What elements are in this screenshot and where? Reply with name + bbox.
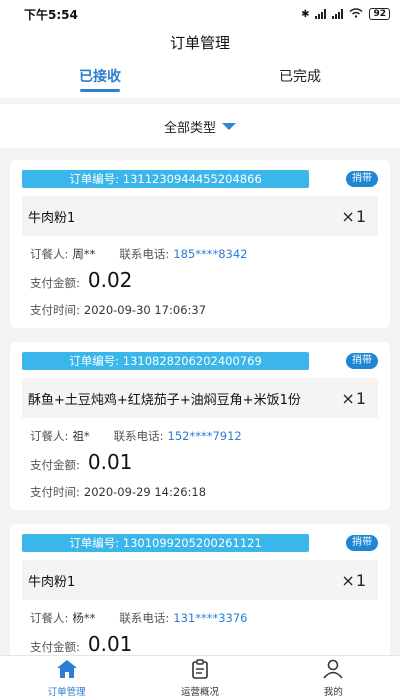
orderer-name: 祖* [72, 429, 90, 443]
order-items-row: 酥鱼+土豆炖鸡+红烧茄子+油焖豆角+米饭1份 ×1 [22, 378, 378, 418]
wifi-icon [349, 7, 363, 21]
order-tag: 捎带 [346, 171, 378, 187]
amount-label: 支付金额: [30, 276, 80, 290]
time-line: 支付时间: 2020-09-30 17:06:37 [22, 302, 378, 318]
orderer-line: 订餐人: 杨** 联系电话: 131****3376 [22, 610, 378, 626]
orderer-label: 订餐人: [30, 247, 69, 261]
order-tabs: 已接收 已完成 [0, 58, 400, 98]
tab-completed[interactable]: 已完成 [200, 58, 400, 98]
nav-label: 我的 [323, 686, 343, 698]
order-qty-value: 1 [355, 388, 366, 408]
page-title: 订单管理 [0, 28, 400, 58]
type-filter[interactable]: 全部类型 [0, 104, 400, 148]
home-icon [56, 659, 78, 682]
status-time: 下午5:54 [24, 7, 78, 22]
order-items: 酥鱼+土豆炖鸡+红烧茄子+油焖豆角+米饭1份 [28, 392, 301, 408]
time-label: 支付时间: [30, 303, 80, 317]
order-number: 订单编号: 1311230944455204866 [22, 170, 309, 188]
order-qty: ×1 [341, 206, 366, 226]
time-line: 支付时间: 2020-09-29 14:26:18 [22, 484, 378, 500]
time-value: 2020-09-29 14:26:18 [83, 485, 207, 499]
orderer-label: 订餐人: [30, 429, 69, 443]
order-items-row: 牛肉粉1 ×1 [22, 196, 378, 236]
order-number: 订单编号: 1301099205200261121 [22, 534, 309, 552]
tab-received[interactable]: 已接收 [0, 58, 200, 98]
orderer-line: 订餐人: 祖* 联系电话: 152****7912 [22, 428, 378, 444]
time-label: 支付时间: [30, 485, 80, 499]
signal-icon-2 [332, 9, 344, 19]
nav-order-management[interactable]: 订单管理 [0, 656, 133, 700]
orderer-name: 杨** [72, 611, 96, 625]
order-tag: 捎带 [346, 535, 378, 551]
bottom-nav: 订单管理 运营概况 我的 [0, 655, 400, 700]
order-qty: ×1 [341, 388, 366, 408]
phone-label: 联系电话: [113, 429, 164, 443]
phone-label: 联系电话: [119, 247, 170, 261]
nav-mine[interactable]: 我的 [267, 656, 400, 700]
order-card[interactable]: 订单编号: 1310828206202400769 捎带 酥鱼+土豆炖鸡+红烧茄… [10, 342, 390, 510]
amount-value: 0.01 [87, 632, 133, 656]
nav-label: 订单管理 [47, 686, 86, 698]
order-tag: 捎带 [346, 353, 378, 369]
user-icon [322, 659, 344, 682]
time-value: 2020-09-30 17:06:37 [83, 303, 207, 317]
clipboard-icon [190, 658, 210, 682]
phone-number[interactable]: 185****8342 [173, 247, 247, 261]
amount-label: 支付金额: [30, 640, 80, 654]
phone-label: 联系电话: [119, 611, 170, 625]
status-icons: ✱ 92 [301, 7, 390, 21]
bluetooth-icon: ✱ [301, 8, 310, 20]
order-items: 牛肉粉1 [28, 574, 76, 590]
order-items: 牛肉粉1 [28, 210, 76, 226]
order-qty: ×1 [341, 570, 366, 590]
order-card[interactable]: 订单编号: 1301099205200261121 捎带 牛肉粉1 ×1 订餐人… [10, 524, 390, 666]
order-list[interactable]: 订单编号: 1311230944455204866 捎带 牛肉粉1 ×1 订餐人… [0, 148, 400, 686]
amount-line: 支付金额: 0.02 [22, 268, 378, 292]
order-card[interactable]: 订单编号: 1311230944455204866 捎带 牛肉粉1 ×1 订餐人… [10, 160, 390, 328]
battery-icon: 92 [369, 8, 390, 20]
amount-line: 支付金额: 0.01 [22, 450, 378, 474]
signal-icon [315, 9, 327, 19]
amount-label: 支付金额: [30, 458, 80, 472]
amount-value: 0.01 [87, 450, 133, 474]
type-filter-label: 全部类型 [163, 120, 216, 136]
nav-operations[interactable]: 运营概况 [133, 656, 266, 700]
phone-number[interactable]: 131****3376 [173, 611, 247, 625]
order-qty-value: 1 [355, 206, 366, 226]
amount-line: 支付金额: 0.01 [22, 632, 378, 656]
order-number: 订单编号: 1310828206202400769 [22, 352, 309, 370]
order-items-row: 牛肉粉1 ×1 [22, 560, 378, 600]
phone-number[interactable]: 152****7912 [168, 429, 242, 443]
orderer-name: 周** [72, 247, 96, 261]
orderer-line: 订餐人: 周** 联系电话: 185****8342 [22, 246, 378, 262]
amount-value: 0.02 [87, 268, 133, 292]
caret-down-icon [222, 122, 236, 130]
orderer-label: 订餐人: [30, 611, 69, 625]
order-qty-value: 1 [355, 570, 366, 590]
nav-label: 运营概况 [180, 686, 219, 698]
status-bar: 下午5:54 ✱ 92 [0, 0, 400, 28]
